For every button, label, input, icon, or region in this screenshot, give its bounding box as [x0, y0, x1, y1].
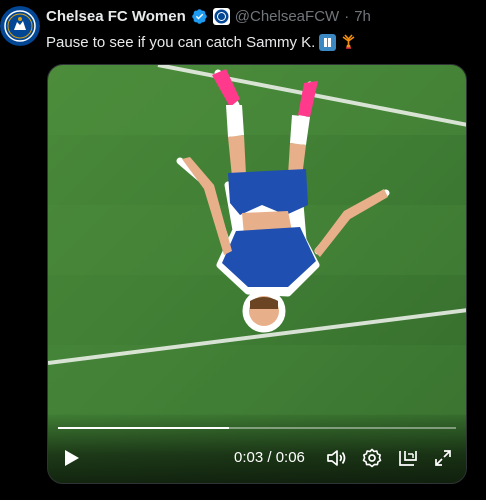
- pip-icon[interactable]: [397, 447, 419, 469]
- separator-dot: ·: [344, 8, 350, 25]
- settings-gear-icon[interactable]: [361, 447, 383, 469]
- timestamp[interactable]: 7h: [354, 8, 371, 25]
- control-row: 0:03 / 0:06: [48, 443, 466, 473]
- cartwheel-emoji: [342, 34, 355, 49]
- play-icon[interactable]: [60, 447, 82, 469]
- tweet-text: Pause to see if you can catch Sammy K.: [46, 34, 357, 51]
- tweet: Chelsea FC Women @ChelseaFCW · 7h Pause …: [0, 0, 486, 500]
- progress-bar[interactable]: [58, 427, 456, 429]
- fullscreen-icon[interactable]: [432, 447, 454, 469]
- timecode: 0:03 / 0:06: [234, 449, 305, 466]
- verified-badge-icon[interactable]: [191, 8, 208, 25]
- handle[interactable]: @ChelseaFCW: [235, 8, 339, 25]
- pause-button-emoji: [319, 34, 337, 51]
- affiliate-badge-icon[interactable]: [212, 8, 230, 25]
- chelsea-crest-icon: [0, 6, 40, 46]
- volume-icon[interactable]: [325, 447, 347, 469]
- video-controls: 0:03 / 0:06: [48, 413, 466, 483]
- tweet-body: Pause to see if you can catch Sammy K.: [46, 34, 316, 51]
- video-player[interactable]: 0:03 / 0:06: [47, 64, 467, 484]
- display-name[interactable]: Chelsea FC Women: [46, 8, 186, 25]
- avatar[interactable]: [0, 6, 40, 46]
- tweet-header: Chelsea FC Women @ChelseaFCW · 7h: [46, 8, 371, 25]
- progress-fill: [58, 427, 230, 429]
